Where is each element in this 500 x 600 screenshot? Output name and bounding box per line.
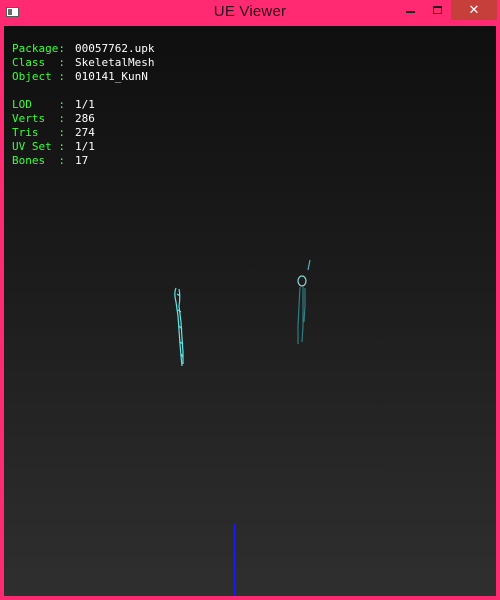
mesh-right-tip — [307, 259, 311, 271]
close-icon: ✕ — [468, 2, 480, 18]
app-window: UE Viewer ✕ Package: 00057762.upk Class … — [0, 0, 500, 600]
mesh-right-body — [297, 286, 306, 344]
mesh-part-right — [297, 259, 311, 344]
maximize-icon — [432, 6, 442, 14]
mesh-right-head — [297, 275, 307, 287]
title-bar[interactable]: UE Viewer ✕ — [0, 0, 500, 26]
3d-viewport[interactable]: Package: 00057762.upk Class : SkeletalMe… — [4, 26, 496, 596]
minimize-button[interactable] — [397, 0, 424, 20]
mesh-render — [174, 259, 311, 596]
minimize-icon — [406, 11, 415, 13]
mesh-part-left — [174, 287, 184, 367]
maximize-button[interactable] — [424, 0, 450, 20]
close-button[interactable]: ✕ — [451, 0, 497, 20]
